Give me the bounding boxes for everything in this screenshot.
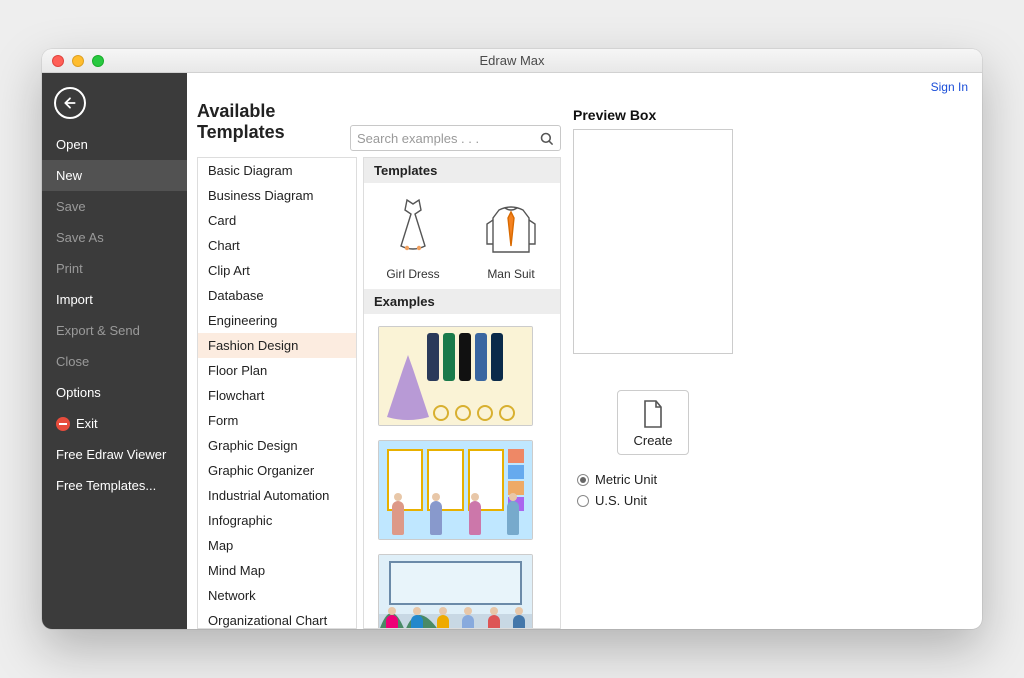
create-label: Create: [633, 433, 672, 448]
sidebar: Open New Save Save As Print Import Export & Se…: [42, 73, 187, 629]
unit-us-radio[interactable]: U.S. Unit: [573, 490, 733, 511]
no-entry-icon: [56, 417, 70, 431]
template-girl-dress[interactable]: Girl Dress: [378, 195, 448, 281]
sidebar-item-label: Import: [56, 292, 93, 307]
category-mind-map[interactable]: Mind Map: [198, 558, 356, 583]
arrow-left-icon: [62, 95, 78, 111]
category-floor-plan[interactable]: Floor Plan: [198, 358, 356, 383]
sidebar-item-options[interactable]: Options: [42, 377, 187, 408]
unit-metric-radio[interactable]: Metric Unit: [573, 469, 733, 490]
radio-off-icon: [577, 495, 589, 507]
sidebar-item-import[interactable]: Import: [42, 284, 187, 315]
category-organizational-chart[interactable]: Organizational Chart: [198, 608, 356, 629]
sidebar-item-exit[interactable]: Exit: [42, 408, 187, 439]
sidebar-item-save-as[interactable]: Save As: [42, 222, 187, 253]
preview-box: [573, 129, 733, 354]
examples-section-header: Examples: [364, 289, 560, 314]
radio-label: Metric Unit: [595, 472, 657, 487]
search-icon: [539, 131, 554, 146]
sidebar-item-label: Options: [56, 385, 101, 400]
category-fashion-design[interactable]: Fashion Design: [198, 333, 356, 358]
category-map[interactable]: Map: [198, 533, 356, 558]
category-database[interactable]: Database: [198, 283, 356, 308]
template-gallery[interactable]: Templates: [364, 158, 560, 628]
sidebar-item-free-templates[interactable]: Free Templates...: [42, 470, 187, 501]
back-button[interactable]: [54, 87, 86, 119]
category-infographic[interactable]: Infographic: [198, 508, 356, 533]
sidebar-item-label: Print: [56, 261, 83, 276]
girl-dress-icon: [378, 195, 448, 259]
sign-in-link[interactable]: Sign In: [931, 80, 968, 94]
sidebar-item-label: New: [56, 168, 82, 183]
sidebar-item-label: Exit: [76, 416, 98, 431]
category-business-diagram[interactable]: Business Diagram: [198, 183, 356, 208]
category-list[interactable]: Basic DiagramBusiness DiagramCardChartCl…: [197, 157, 357, 629]
example-thumbnail[interactable]: [378, 326, 533, 426]
sidebar-item-save[interactable]: Save: [42, 191, 187, 222]
sidebar-item-label: Free Edraw Viewer: [56, 447, 166, 462]
search-input[interactable]: [357, 131, 533, 146]
create-button[interactable]: Create: [617, 390, 689, 455]
templates-section-header: Templates: [364, 158, 560, 183]
category-form[interactable]: Form: [198, 408, 356, 433]
available-templates-header: Available Templates: [197, 101, 332, 151]
category-network[interactable]: Network: [198, 583, 356, 608]
document-icon: [641, 399, 665, 429]
category-engineering[interactable]: Engineering: [198, 308, 356, 333]
sidebar-item-print[interactable]: Print: [42, 253, 187, 284]
sidebar-item-new[interactable]: New: [42, 160, 187, 191]
template-label: Girl Dress: [386, 267, 439, 281]
search-templates[interactable]: [350, 125, 561, 151]
window: Edraw Max Open New Save Save As Print Import E…: [42, 49, 982, 629]
window-title: Edraw Max: [42, 53, 982, 68]
category-clip-art[interactable]: Clip Art: [198, 258, 356, 283]
category-flowchart[interactable]: Flowchart: [198, 383, 356, 408]
example-thumbnail[interactable]: [378, 554, 533, 628]
sidebar-item-label: Save As: [56, 230, 104, 245]
category-card[interactable]: Card: [198, 208, 356, 233]
category-basic-diagram[interactable]: Basic Diagram: [198, 158, 356, 183]
sidebar-item-label: Export & Send: [56, 323, 140, 338]
sidebar-item-label: Open: [56, 137, 88, 152]
radio-on-icon: [577, 474, 589, 486]
template-man-suit[interactable]: Man Suit: [476, 195, 546, 281]
titlebar: Edraw Max: [42, 49, 982, 73]
sidebar-item-close[interactable]: Close: [42, 346, 187, 377]
category-graphic-design[interactable]: Graphic Design: [198, 433, 356, 458]
example-thumbnail[interactable]: [378, 440, 533, 540]
sidebar-item-open[interactable]: Open: [42, 129, 187, 160]
category-graphic-organizer[interactable]: Graphic Organizer: [198, 458, 356, 483]
sidebar-item-export-send[interactable]: Export & Send: [42, 315, 187, 346]
sidebar-item-free-edraw-viewer[interactable]: Free Edraw Viewer: [42, 439, 187, 470]
radio-label: U.S. Unit: [595, 493, 647, 508]
category-chart[interactable]: Chart: [198, 233, 356, 258]
man-suit-icon: [476, 195, 546, 259]
category-industrial-automation[interactable]: Industrial Automation: [198, 483, 356, 508]
sidebar-item-label: Save: [56, 199, 86, 214]
topbar: Sign In: [187, 73, 982, 101]
sidebar-item-label: Free Templates...: [56, 478, 156, 493]
preview-box-header: Preview Box: [573, 101, 733, 129]
template-label: Man Suit: [487, 267, 534, 281]
sidebar-item-label: Close: [56, 354, 89, 369]
